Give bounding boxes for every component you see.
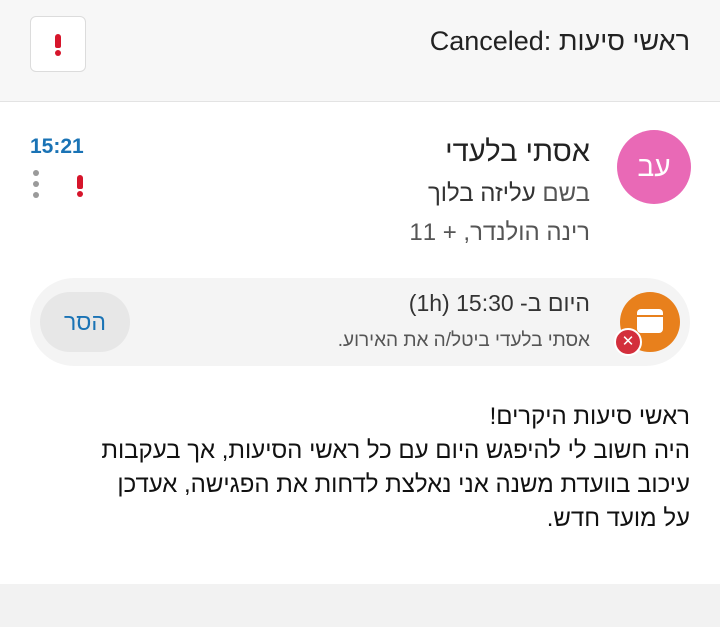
more-options-icon[interactable] xyxy=(31,170,41,200)
message-body: ראשי סיעות היקרים! היה חשוב לי להיפגש הי… xyxy=(30,400,690,536)
sender-name[interactable]: אסתי בלעדי xyxy=(445,136,590,169)
avatar[interactable]: עב xyxy=(617,130,691,204)
on-behalf-name[interactable]: עליזה בלוך xyxy=(428,180,536,207)
flag-button[interactable] xyxy=(30,16,86,72)
remove-button[interactable]: הסר xyxy=(40,292,130,352)
high-importance-icon xyxy=(77,175,83,197)
on-behalf-line: בשם עליזה בלוך xyxy=(428,180,590,208)
body-line: היה חשוב לי להיפגש היום עם כל ראשי הסיעו… xyxy=(101,437,690,464)
message-card: עב אסתי בלעדי בשם עליזה בלוך רינה הולנדר… xyxy=(0,102,720,584)
event-time: היום ב- 15:30 (1h) xyxy=(408,290,590,316)
event-banner: ✕ היום ב- 15:30 (1h) אסתי בלעדי ביטל/ה א… xyxy=(30,278,690,366)
exclamation-icon xyxy=(55,34,61,56)
received-time: 15:21 xyxy=(30,135,84,158)
event-canceled-note: אסתי בלעדי ביטל/ה את האירוע. xyxy=(337,330,590,351)
on-behalf-prefix: בשם xyxy=(542,180,590,207)
subject-title: Canceled: ראשי סיעות xyxy=(429,26,690,56)
body-line: עיכוב בוועדת משנה אני נאלצת לדחות את הפג… xyxy=(117,471,690,498)
message-header: Canceled: ראשי סיעות xyxy=(0,0,720,102)
recipients-line[interactable]: רינה הולנדר, + 11 xyxy=(409,219,590,247)
body-line: ראשי סיעות היקרים! xyxy=(489,403,690,430)
body-line: על מועד חדש. xyxy=(546,505,690,532)
close-icon: ✕ xyxy=(614,328,642,356)
